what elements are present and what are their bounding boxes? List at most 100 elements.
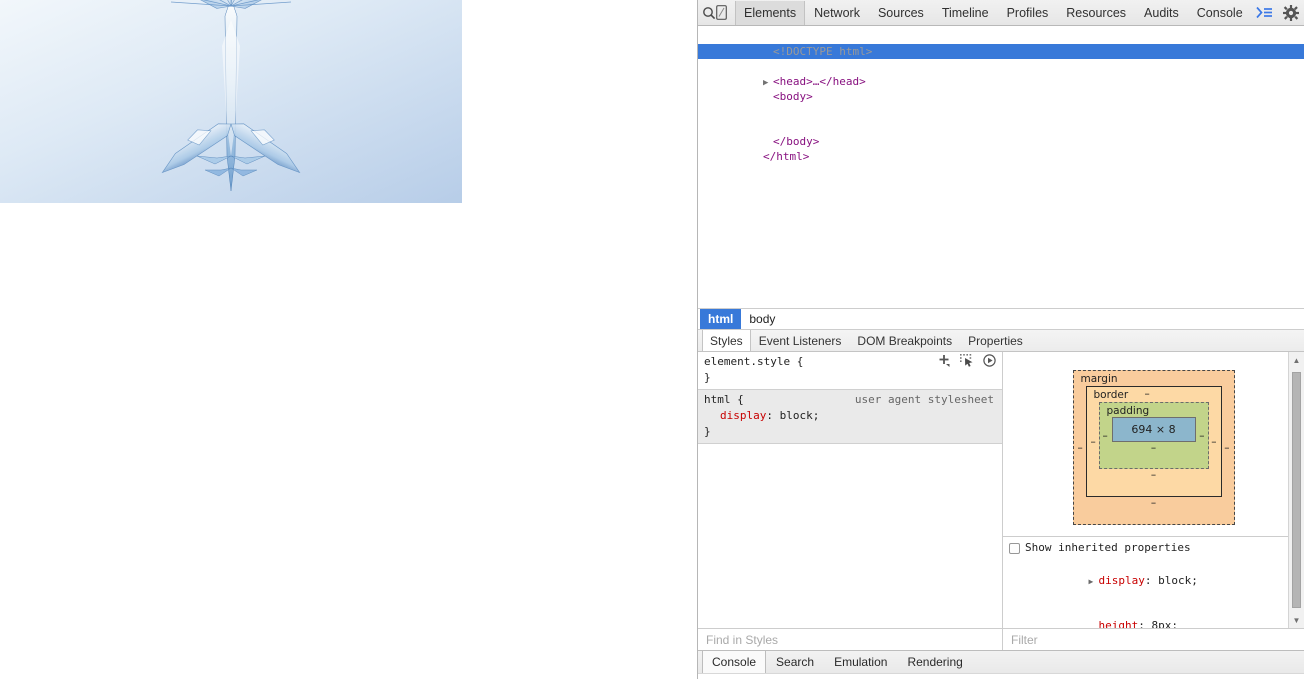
border-top-value[interactable]: –	[1145, 388, 1150, 400]
drawer-tab-console-label: Console	[712, 655, 757, 669]
margin-left-value[interactable]: –	[1078, 442, 1083, 454]
dom-row[interactable]: <!DOCTYPE html>	[698, 29, 1304, 58]
sidebar-split: element.style {} html {user agent styl…	[698, 352, 1304, 650]
console-drawer-glyph	[1256, 6, 1273, 19]
find-in-styles-bar[interactable]	[698, 628, 1002, 650]
tab-timeline[interactable]: Timeline	[933, 1, 998, 25]
sidebar-tabs: Styles Event Listeners DOM Breakpoints P…	[698, 330, 1304, 352]
style-rule-html[interactable]: html { user agent stylesheet display: bl…	[698, 390, 1002, 444]
rule-closing-brace: }	[704, 371, 711, 384]
tab-styles-label: Styles	[710, 333, 743, 348]
device-toggle-icon[interactable]	[716, 1, 727, 25]
devtools-toolbar: Elements Network Sources Timeline Profil…	[698, 0, 1304, 26]
computed-filter-bar[interactable]	[1003, 628, 1304, 650]
computed-scrollbar[interactable]: ▲ ▼	[1288, 352, 1304, 628]
tab-sources[interactable]: Sources	[869, 1, 933, 25]
screenshot-root: Elements Network Sources Timeline Profil…	[0, 0, 1304, 679]
show-inherited-row[interactable]: Show inherited properties	[1009, 541, 1298, 556]
dom-row-text: </html>	[762, 150, 810, 163]
tab-event-listeners[interactable]: Event Listeners	[751, 330, 850, 351]
toolbar-right-group: ×	[1252, 1, 1304, 25]
style-rule-element-style[interactable]: element.style {}	[698, 352, 1002, 390]
border-left-value[interactable]: –	[1091, 436, 1096, 448]
box-model-padding-label: padding	[1106, 405, 1150, 417]
dom-row-text: </body>	[772, 135, 820, 148]
tab-dom-breakpoints[interactable]: DOM Breakpoints	[849, 330, 960, 351]
box-model-border[interactable]: border – – – padding – – 694 × 8 – –	[1085, 386, 1222, 497]
border-bottom-value[interactable]: –	[1151, 469, 1156, 481]
style-property[interactable]: display: block;	[704, 408, 996, 424]
show-inherited-checkbox[interactable]	[1009, 542, 1020, 554]
style-rules-list: element.style {} html {user agent styl…	[698, 352, 1002, 628]
magnifier-icon[interactable]	[702, 1, 716, 25]
tab-network-label: Network	[814, 5, 860, 20]
computed-filter-input[interactable]	[1009, 631, 1298, 648]
drawer-tab-search[interactable]: Search	[766, 651, 824, 673]
console-drawer-icon[interactable]	[1252, 1, 1278, 25]
border-right-value[interactable]: –	[1211, 436, 1216, 448]
tab-resources[interactable]: Resources	[1057, 1, 1135, 25]
margin-right-value[interactable]: –	[1224, 442, 1229, 454]
rule-origin: user agent stylesheet	[854, 393, 994, 406]
dom-row-body-close[interactable]: </body>	[698, 119, 1304, 148]
property-name: display	[720, 409, 767, 422]
tab-profiles-label: Profiles	[1006, 5, 1049, 20]
drawer-tab-emulation[interactable]: Emulation	[824, 651, 897, 673]
computed-properties-list: Show inherited properties ▶ display: bloc…	[1003, 536, 1304, 632]
element-state-icon[interactable]	[960, 354, 974, 372]
dom-tree[interactable]: <!DOCTYPE html> ▼ <html> ▶ <head>…</head> …	[698, 26, 1304, 308]
find-in-styles-input[interactable]	[704, 631, 996, 648]
new-style-rule-icon[interactable]	[938, 354, 951, 372]
settings-gear-icon[interactable]	[1278, 1, 1304, 25]
rule-closing-brace: }	[704, 425, 711, 438]
tab-profiles[interactable]: Profiles	[998, 1, 1058, 25]
tab-audits[interactable]: Audits	[1135, 1, 1188, 25]
scroll-up-arrow-icon[interactable]: ▲	[1289, 352, 1304, 368]
box-model-content[interactable]: 694 × 8	[1111, 417, 1196, 442]
tab-properties-label: Properties	[968, 333, 1023, 348]
margin-top-value[interactable]	[1152, 372, 1155, 384]
expand-triangle-icon[interactable]: ▶	[1088, 575, 1098, 590]
computed-property-value: block;	[1158, 574, 1198, 587]
toggle-rule-icon[interactable]	[983, 354, 996, 372]
breadcrumb-item-body[interactable]: body	[741, 309, 783, 329]
padding-bottom-value[interactable]: –	[1151, 442, 1156, 454]
tab-styles[interactable]: Styles	[702, 330, 751, 351]
drawer-tab-console[interactable]: Console	[702, 651, 767, 673]
tab-properties[interactable]: Properties	[960, 330, 1031, 351]
tab-console[interactable]: Console	[1188, 1, 1252, 25]
element-state-glyph	[960, 354, 973, 367]
box-model-border-label: border	[1093, 389, 1129, 401]
drawer-tab-rendering[interactable]: Rendering	[897, 651, 972, 673]
breadcrumb-label: body	[749, 312, 776, 326]
computed-property-display[interactable]: ▶ display: block;	[1009, 560, 1298, 605]
tab-sources-label: Sources	[877, 5, 924, 20]
box-model-padding[interactable]: padding – – 694 × 8 –	[1098, 402, 1209, 469]
property-value: block	[779, 409, 813, 422]
gear-glyph	[1282, 4, 1299, 21]
style-rule-tools	[938, 354, 996, 372]
padding-left-value[interactable]: –	[1103, 430, 1108, 442]
tab-resources-label: Resources	[1066, 5, 1127, 20]
drawer-tabs: Console Search Emulation Rendering	[698, 650, 1304, 673]
tab-console-label: Console	[1196, 5, 1243, 20]
margin-bottom-value[interactable]: –	[1151, 497, 1156, 509]
dom-row-text: <body>	[772, 90, 813, 103]
padding-right-value[interactable]: –	[1199, 430, 1204, 442]
snowflake-image	[0, 0, 462, 203]
snowflake-graphic	[0, 0, 462, 203]
dom-row-text: <html>	[766, 60, 807, 73]
dom-row-text: <!DOCTYPE html>	[772, 45, 873, 58]
breadcrumb-item-html[interactable]: html	[700, 309, 742, 329]
box-model-margin[interactable]: margin – – border – – – padding – – 694 …	[1072, 370, 1235, 525]
scrollbar-thumb[interactable]	[1292, 372, 1301, 608]
devtools-panel: Elements Network Sources Timeline Profil…	[697, 0, 1304, 679]
tab-elements[interactable]: Elements	[735, 0, 806, 25]
tab-dom-breakpoints-label: DOM Breakpoints	[857, 333, 953, 348]
tab-event-listeners-label: Event Listeners	[758, 333, 842, 348]
scroll-down-arrow-icon[interactable]: ▼	[1289, 612, 1304, 628]
box-model-diagram[interactable]: margin – – border – – – padding – – 694 …	[1072, 370, 1235, 525]
box-model-margin-label: margin	[1080, 373, 1118, 385]
tab-network[interactable]: Network	[805, 1, 869, 25]
browser-page-content	[0, 0, 697, 679]
